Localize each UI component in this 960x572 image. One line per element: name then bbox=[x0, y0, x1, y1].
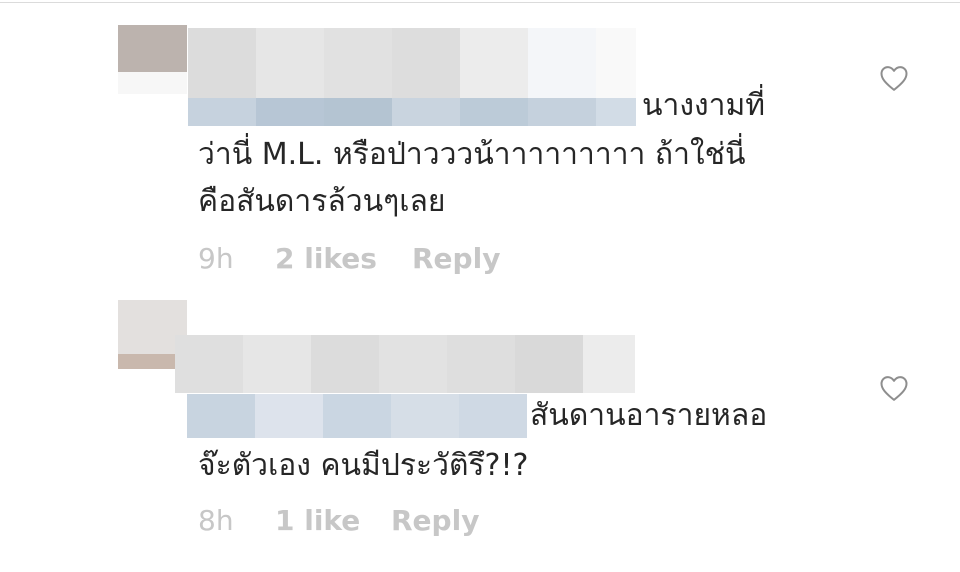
comment-time: 9h bbox=[198, 242, 234, 275]
likes-count-link[interactable]: 1 like bbox=[275, 504, 360, 538]
heart-outline-icon[interactable] bbox=[879, 64, 909, 92]
reply-button[interactable]: Reply bbox=[412, 242, 500, 276]
comment-text-line: ว่านี่ M.L. หรือป่าวววน้าาาาาาาาา ถ้าใช่… bbox=[198, 137, 746, 172]
heart-outline-icon[interactable] bbox=[879, 374, 909, 402]
reply-button[interactable]: Reply bbox=[391, 504, 479, 538]
top-divider bbox=[0, 2, 960, 3]
likes-count-link[interactable]: 2 likes bbox=[275, 242, 377, 276]
comment-time: 8h bbox=[198, 504, 234, 537]
blurred-username[interactable] bbox=[188, 28, 636, 98]
blurred-mention[interactable] bbox=[187, 394, 527, 438]
comment-text-line: จ๊ะตัวเอง คนมีประวัติรึ?!? bbox=[198, 448, 529, 483]
blurred-mention[interactable] bbox=[188, 98, 636, 126]
comment-text-line: คือสันดารล้วนๆเลย bbox=[198, 184, 446, 219]
avatar[interactable] bbox=[118, 25, 187, 94]
comment-text-line: นางงามที่ bbox=[642, 88, 766, 123]
blurred-username[interactable] bbox=[175, 335, 635, 393]
comment-text-line: สันดานอารายหลอ bbox=[530, 398, 768, 433]
